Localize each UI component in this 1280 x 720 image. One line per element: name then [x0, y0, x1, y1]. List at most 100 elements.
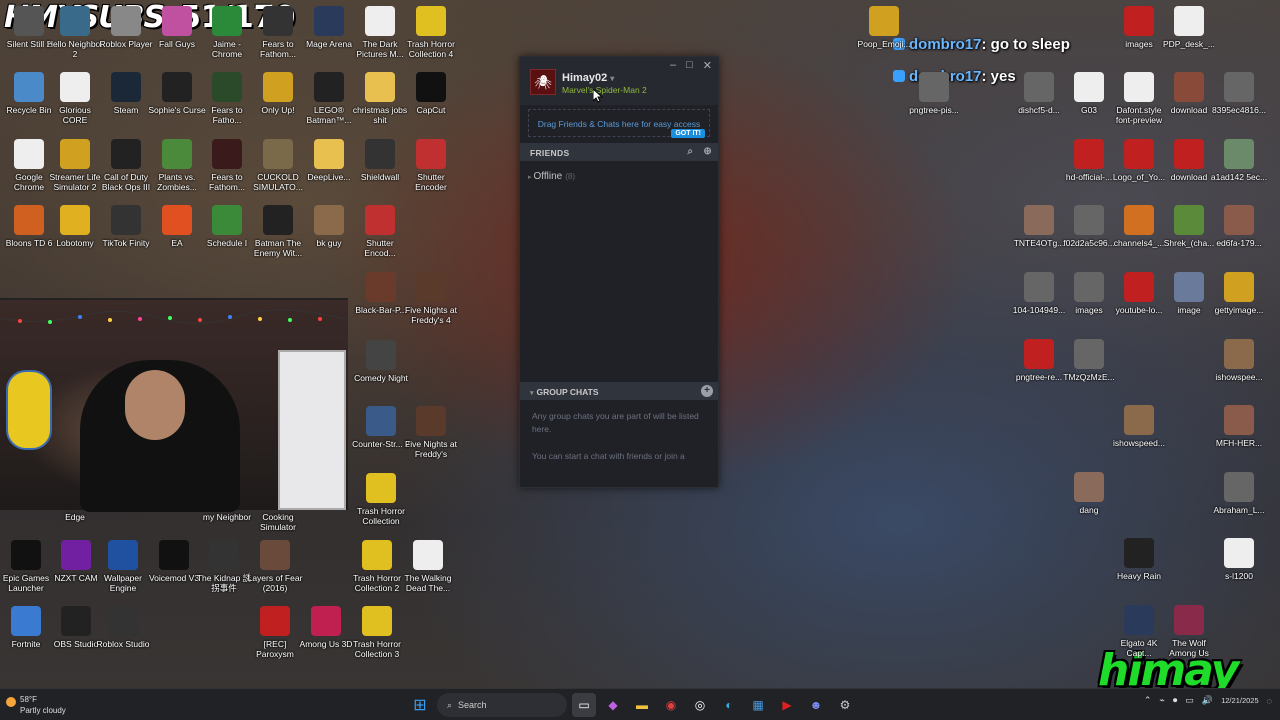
- desktop-icon[interactable]: The Kidnap 誘拐事件: [195, 540, 253, 593]
- taskbar-search[interactable]: ⌕ Search: [437, 693, 567, 717]
- game-icon: [366, 406, 396, 436]
- desktop-icon[interactable]: Heavy Rain: [1110, 538, 1168, 591]
- chevron-up-icon[interactable]: ⌃: [1144, 695, 1152, 706]
- desktop-icon[interactable]: [REC] Paroxysm: [246, 606, 304, 659]
- mouse-cursor-icon: [593, 89, 603, 103]
- network-icon[interactable]: ⌁: [1159, 695, 1164, 706]
- add-friend-icon[interactable]: ⊕: [703, 146, 712, 157]
- desktop-icon[interactable]: Shutter Encoder: [402, 139, 460, 192]
- desktop-icon[interactable]: Shutter Encod...: [351, 205, 409, 258]
- desktop-icon[interactable]: Among Us 3D: [297, 606, 355, 659]
- search-icon[interactable]: ⌕: [687, 146, 693, 157]
- desktop-icon[interactable]: Trash Horror Collection 3: [348, 606, 406, 659]
- desktop-icon[interactable]: christmas jobs shit: [351, 72, 409, 125]
- desktop-icon[interactable]: s-l1200: [1210, 538, 1268, 591]
- desktop-icon[interactable]: Mage Arena: [300, 6, 358, 59]
- desktop-icon[interactable]: TikTok Finity: [97, 205, 155, 258]
- desktop-icon[interactable]: Poop_Emoji...: [855, 6, 913, 59]
- desktop-icon[interactable]: LEGO® Batman™...: [300, 72, 358, 125]
- desktop-icon[interactable]: Trash Horror Collection 2: [348, 540, 406, 593]
- username[interactable]: Himay02 ▾: [562, 72, 614, 84]
- obs-icon[interactable]: ◎: [688, 693, 712, 717]
- desktop-icon-label: Mage Arena: [306, 39, 352, 49]
- image-icon: [314, 205, 344, 235]
- desktop-icon[interactable]: gettyimage...: [1210, 272, 1268, 325]
- discord-icon[interactable]: ☻: [804, 693, 828, 717]
- display-icon[interactable]: ▭: [1185, 695, 1194, 706]
- desktop-icon[interactable]: The Walking Dead The...: [399, 540, 457, 593]
- desktop-icon[interactable]: Schedule I: [198, 205, 256, 258]
- desktop-icon[interactable]: Glorious CORE: [46, 72, 104, 125]
- weather-widget[interactable]: 58°F Partly cloudy: [6, 694, 66, 716]
- desktop-icon[interactable]: PDP_desk_...: [1160, 6, 1218, 59]
- start-button[interactable]: ⊞: [408, 693, 432, 717]
- desktop-icon[interactable]: dang: [1060, 472, 1118, 525]
- steam-icon[interactable]: ⚙: [833, 693, 857, 717]
- desktop-icon[interactable]: Only Up!: [249, 72, 307, 125]
- desktop-icon-label[interactable]: Cooking Simulator: [249, 512, 307, 532]
- desktop-icon[interactable]: Lobotomy: [46, 205, 104, 258]
- desktop-icon[interactable]: 8395ec4816...: [1210, 72, 1268, 125]
- desktop-icon[interactable]: MFH-HER...: [1210, 405, 1268, 458]
- minimize-icon[interactable]: –: [670, 59, 676, 72]
- desktop-icon[interactable]: Jaime - Chrome: [198, 6, 256, 59]
- chevron-right-icon[interactable]: ▸: [528, 174, 532, 181]
- desktop-icon[interactable]: Fears to Fathom...: [198, 139, 256, 192]
- desktop-icon[interactable]: Five Nights at Freddy's: [402, 406, 460, 459]
- desktop-icon[interactable]: DeepLive...: [300, 139, 358, 192]
- desktop-icon[interactable]: pngtree-pis...: [905, 72, 963, 125]
- desktop-icon[interactable]: Five Nights at Freddy's 4: [402, 272, 460, 325]
- desktop-icon[interactable]: TMzQzMzE...: [1060, 339, 1118, 392]
- desktop-icon[interactable]: The Dark Pictures M...: [351, 6, 409, 59]
- user-avatar[interactable]: 🕷: [530, 69, 556, 95]
- steam-friends-window[interactable]: 🕷 Himay02 ▾ Marvel's Spider-Man 2 – □ ✕ D…: [519, 56, 719, 488]
- got-it-button[interactable]: GOT IT!: [671, 129, 705, 138]
- desktop-icon[interactable]: Fears to Fathom...: [249, 6, 307, 59]
- desktop-icon[interactable]: a1ad142 5ec...: [1210, 139, 1268, 192]
- desktop-icon[interactable]: CUCKOLD SIMULATO...: [249, 139, 307, 192]
- desktop-icon[interactable]: Trash Horror Collection: [352, 473, 410, 526]
- notification-icon[interactable]: ◌: [1267, 696, 1272, 706]
- desktop-icon-label[interactable]: Edge: [46, 512, 104, 522]
- chevron-down-icon[interactable]: ▾: [610, 74, 614, 83]
- desktop-icon[interactable]: Steam: [97, 72, 155, 125]
- edge-icon[interactable]: ◐: [717, 693, 741, 717]
- file-explorer-icon[interactable]: ▬: [630, 693, 654, 717]
- microphone-icon[interactable]: ⏺: [1173, 695, 1178, 706]
- copilot-icon[interactable]: ◆: [601, 693, 625, 717]
- desktop-icon[interactable]: Roblox Player: [97, 6, 155, 59]
- desktop-icon[interactable]: Layers of Fear (2016): [246, 540, 304, 593]
- desktop-icon[interactable]: ishowspeed...: [1110, 405, 1168, 458]
- add-group-chat-icon[interactable]: +: [701, 385, 713, 397]
- desktop-icon[interactable]: The Wolf Among Us: [1160, 605, 1218, 658]
- maximize-icon[interactable]: □: [686, 59, 693, 72]
- desktop-icon[interactable]: Trash Horror Collection 4: [402, 6, 460, 59]
- close-icon[interactable]: ✕: [703, 59, 712, 72]
- desktop-icon[interactable]: Roblox Studio: [94, 606, 152, 659]
- group-chats-header[interactable]: ▾ GROUP CHATS +: [520, 382, 718, 400]
- chrome-icon[interactable]: ◉: [659, 693, 683, 717]
- desktop-icon[interactable]: Fears to Fatho...: [198, 72, 256, 125]
- desktop-icon[interactable]: Hello Neighbor 2: [46, 6, 104, 59]
- clock[interactable]: 12/21/2025: [1221, 696, 1259, 706]
- offline-group[interactable]: ▸ Offline (8): [520, 161, 718, 182]
- desktop-icon[interactable]: Shieldwall: [351, 139, 409, 192]
- desktop-icon-label[interactable]: my Neighbor: [198, 512, 256, 522]
- desktop-icon[interactable]: Abraham_L...: [1210, 472, 1268, 525]
- desktop-icon[interactable]: Wallpaper Engine: [94, 540, 152, 593]
- desktop-icon[interactable]: ed6fa-179...: [1210, 205, 1268, 258]
- desktop-icon[interactable]: Streamer Life Simulator 2: [46, 139, 104, 192]
- task-view-icon[interactable]: ▭: [572, 693, 596, 717]
- desktop-icon[interactable]: Batman The Enemy Wit...: [249, 205, 307, 258]
- desktop-icon[interactable]: Call of Duty Black Ops III: [97, 139, 155, 192]
- desktop-icon-label: dang: [1079, 505, 1099, 515]
- desktop-icon[interactable]: bk guy: [300, 205, 358, 258]
- desktop-icon[interactable]: ishowspee...: [1210, 339, 1268, 392]
- desktop-icon-label: christmas jobs shit: [352, 105, 408, 125]
- desktop-icon[interactable]: Comedy Night: [352, 340, 410, 393]
- volume-icon[interactable]: 🔊: [1202, 695, 1213, 706]
- chevron-down-icon[interactable]: ▾: [530, 390, 534, 397]
- desktop-icon[interactable]: CapCut: [402, 72, 460, 125]
- youtube-icon[interactable]: ▶: [775, 693, 799, 717]
- store-icon[interactable]: ▦: [746, 693, 770, 717]
